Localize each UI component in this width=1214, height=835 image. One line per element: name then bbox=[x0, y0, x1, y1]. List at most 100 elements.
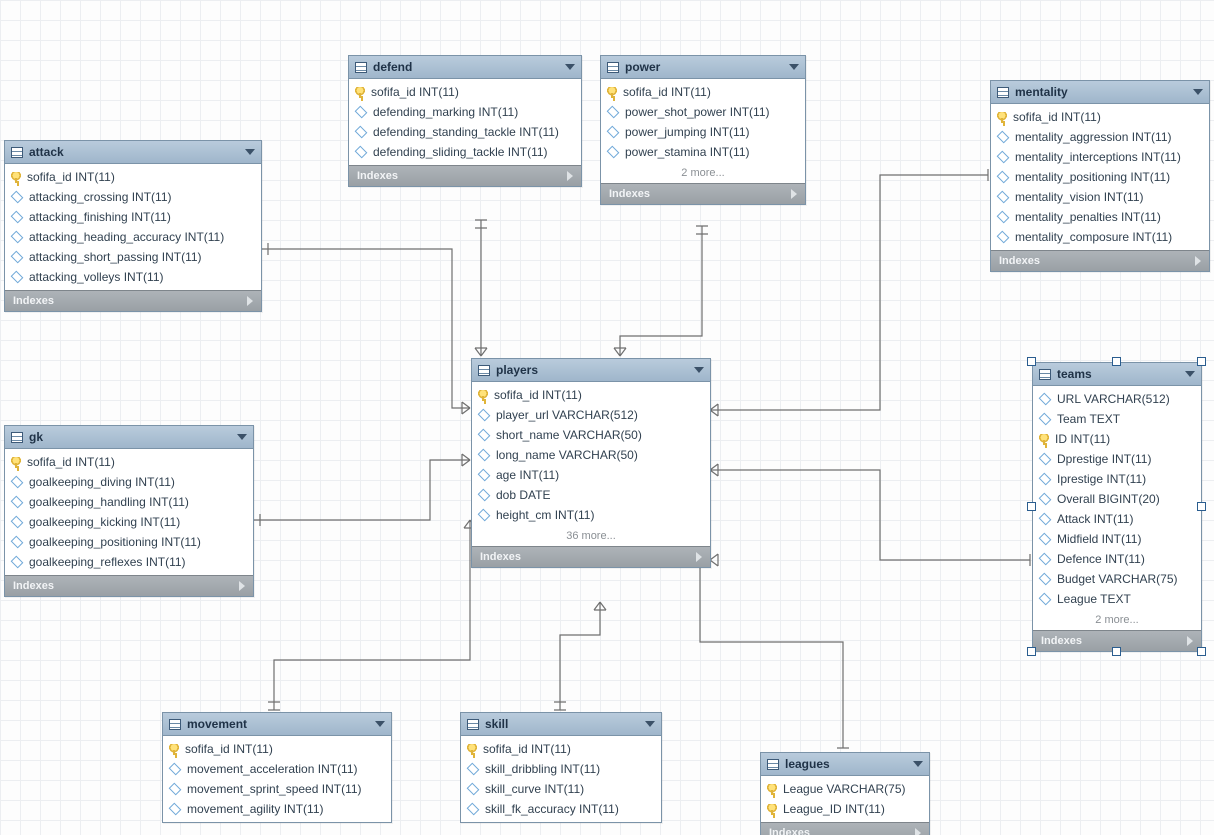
column-row[interactable]: age INT(11) bbox=[472, 465, 710, 485]
collapse-caret-icon[interactable] bbox=[565, 64, 575, 70]
entity-leagues[interactable]: leaguesLeague VARCHAR(75)League_ID INT(1… bbox=[760, 752, 930, 835]
column-row[interactable]: sofifa_id INT(11) bbox=[991, 107, 1209, 127]
entity-power[interactable]: powersofifa_id INT(11)power_shot_power I… bbox=[600, 55, 806, 205]
entity-skill[interactable]: skillsofifa_id INT(11)skill_dribbling IN… bbox=[460, 712, 662, 823]
expand-triangle-icon[interactable] bbox=[567, 171, 573, 181]
column-row[interactable]: mentality_aggression INT(11) bbox=[991, 127, 1209, 147]
column-row[interactable]: defending_sliding_tackle INT(11) bbox=[349, 142, 581, 162]
column-row[interactable]: sofifa_id INT(11) bbox=[472, 385, 710, 405]
column-row[interactable]: skill_curve INT(11) bbox=[461, 779, 661, 799]
expand-triangle-icon[interactable] bbox=[239, 581, 245, 591]
indexes-bar[interactable]: Indexes bbox=[472, 546, 710, 567]
collapse-caret-icon[interactable] bbox=[245, 149, 255, 155]
column-row[interactable]: Attack INT(11) bbox=[1033, 509, 1201, 529]
indexes-bar[interactable]: Indexes bbox=[349, 165, 581, 186]
entity-header[interactable]: defend bbox=[349, 56, 581, 79]
entity-header[interactable]: power bbox=[601, 56, 805, 79]
selection-handle[interactable] bbox=[1112, 357, 1121, 366]
column-row[interactable]: goalkeeping_handling INT(11) bbox=[5, 492, 253, 512]
entity-header[interactable]: mentality bbox=[991, 81, 1209, 104]
column-row[interactable]: mentality_composure INT(11) bbox=[991, 227, 1209, 247]
collapse-caret-icon[interactable] bbox=[1185, 371, 1195, 377]
more-columns-label[interactable]: 2 more... bbox=[601, 165, 805, 183]
column-row[interactable]: sofifa_id INT(11) bbox=[163, 739, 391, 759]
expand-triangle-icon[interactable] bbox=[915, 828, 921, 835]
collapse-caret-icon[interactable] bbox=[645, 721, 655, 727]
selection-handle[interactable] bbox=[1197, 647, 1206, 656]
column-row[interactable]: League VARCHAR(75) bbox=[761, 779, 929, 799]
column-row[interactable]: attacking_finishing INT(11) bbox=[5, 207, 261, 227]
column-row[interactable]: power_jumping INT(11) bbox=[601, 122, 805, 142]
expand-triangle-icon[interactable] bbox=[1195, 256, 1201, 266]
selection-handle[interactable] bbox=[1197, 502, 1206, 511]
column-row[interactable]: goalkeeping_kicking INT(11) bbox=[5, 512, 253, 532]
column-row[interactable]: power_stamina INT(11) bbox=[601, 142, 805, 162]
more-columns-label[interactable]: 2 more... bbox=[1033, 612, 1201, 630]
column-row[interactable]: Team TEXT bbox=[1033, 409, 1201, 429]
column-row[interactable]: player_url VARCHAR(512) bbox=[472, 405, 710, 425]
selection-handle[interactable] bbox=[1027, 502, 1036, 511]
selection-handle[interactable] bbox=[1027, 357, 1036, 366]
expand-triangle-icon[interactable] bbox=[1187, 636, 1193, 646]
column-row[interactable]: sofifa_id INT(11) bbox=[5, 167, 261, 187]
column-row[interactable]: power_shot_power INT(11) bbox=[601, 102, 805, 122]
entity-defend[interactable]: defendsofifa_id INT(11)defending_marking… bbox=[348, 55, 582, 187]
entity-header[interactable]: skill bbox=[461, 713, 661, 736]
column-row[interactable]: mentality_penalties INT(11) bbox=[991, 207, 1209, 227]
column-row[interactable]: goalkeeping_diving INT(11) bbox=[5, 472, 253, 492]
selection-handle[interactable] bbox=[1027, 647, 1036, 656]
collapse-caret-icon[interactable] bbox=[237, 434, 247, 440]
column-row[interactable]: defending_marking INT(11) bbox=[349, 102, 581, 122]
collapse-caret-icon[interactable] bbox=[694, 367, 704, 373]
column-row[interactable]: mentality_interceptions INT(11) bbox=[991, 147, 1209, 167]
column-row[interactable]: attacking_volleys INT(11) bbox=[5, 267, 261, 287]
column-row[interactable]: sofifa_id INT(11) bbox=[5, 452, 253, 472]
expand-triangle-icon[interactable] bbox=[247, 296, 253, 306]
entity-header[interactable]: attack bbox=[5, 141, 261, 164]
column-row[interactable]: attacking_short_passing INT(11) bbox=[5, 247, 261, 267]
column-row[interactable]: Dprestige INT(11) bbox=[1033, 449, 1201, 469]
collapse-caret-icon[interactable] bbox=[789, 64, 799, 70]
column-row[interactable]: mentality_vision INT(11) bbox=[991, 187, 1209, 207]
entity-mentality[interactable]: mentality sofifa_id INT(11)mentality_aggr… bbox=[990, 80, 1210, 272]
column-row[interactable]: skill_dribbling INT(11) bbox=[461, 759, 661, 779]
column-row[interactable]: ID INT(11) bbox=[1033, 429, 1201, 449]
entity-teams[interactable]: teamsURL VARCHAR(512)Team TEXTID INT(11)… bbox=[1032, 362, 1202, 652]
entity-header[interactable]: gk bbox=[5, 426, 253, 449]
column-row[interactable]: attacking_heading_accuracy INT(11) bbox=[5, 227, 261, 247]
column-row[interactable]: attacking_crossing INT(11) bbox=[5, 187, 261, 207]
indexes-bar[interactable]: Indexes bbox=[5, 575, 253, 596]
column-row[interactable]: Defence INT(11) bbox=[1033, 549, 1201, 569]
column-row[interactable]: URL VARCHAR(512) bbox=[1033, 389, 1201, 409]
selection-handle[interactable] bbox=[1197, 357, 1206, 366]
indexes-bar[interactable]: Indexes bbox=[5, 290, 261, 311]
entity-players[interactable]: playerssofifa_id INT(11)player_url VARCH… bbox=[471, 358, 711, 568]
column-row[interactable]: skill_fk_accuracy INT(11) bbox=[461, 799, 661, 819]
collapse-caret-icon[interactable] bbox=[375, 721, 385, 727]
selection-handle[interactable] bbox=[1112, 647, 1121, 656]
column-row[interactable]: movement_agility INT(11) bbox=[163, 799, 391, 819]
entity-attack[interactable]: attack sofifa_id INT(11)attacking_crossin… bbox=[4, 140, 262, 312]
more-columns-label[interactable]: 36 more... bbox=[472, 528, 710, 546]
indexes-bar[interactable]: Indexes bbox=[991, 250, 1209, 271]
column-row[interactable]: movement_acceleration INT(11) bbox=[163, 759, 391, 779]
column-row[interactable]: mentality_positioning INT(11) bbox=[991, 167, 1209, 187]
column-row[interactable]: goalkeeping_positioning INT(11) bbox=[5, 532, 253, 552]
collapse-caret-icon[interactable] bbox=[1193, 89, 1203, 95]
entity-movement[interactable]: movement sofifa_id INT(11)movement_accele… bbox=[162, 712, 392, 823]
column-row[interactable]: short_name VARCHAR(50) bbox=[472, 425, 710, 445]
collapse-caret-icon[interactable] bbox=[913, 761, 923, 767]
entity-header[interactable]: movement bbox=[163, 713, 391, 736]
column-row[interactable]: movement_sprint_speed INT(11) bbox=[163, 779, 391, 799]
column-row[interactable]: Budget VARCHAR(75) bbox=[1033, 569, 1201, 589]
entity-header[interactable]: leagues bbox=[761, 753, 929, 776]
column-row[interactable]: Overall BIGINT(20) bbox=[1033, 489, 1201, 509]
column-row[interactable]: Midfield INT(11) bbox=[1033, 529, 1201, 549]
column-row[interactable]: dob DATE bbox=[472, 485, 710, 505]
indexes-bar[interactable]: Indexes bbox=[601, 183, 805, 204]
column-row[interactable]: height_cm INT(11) bbox=[472, 505, 710, 525]
entity-gk[interactable]: gk sofifa_id INT(11)goalkeeping_diving IN… bbox=[4, 425, 254, 597]
expand-triangle-icon[interactable] bbox=[791, 189, 797, 199]
expand-triangle-icon[interactable] bbox=[696, 552, 702, 562]
column-row[interactable]: long_name VARCHAR(50) bbox=[472, 445, 710, 465]
